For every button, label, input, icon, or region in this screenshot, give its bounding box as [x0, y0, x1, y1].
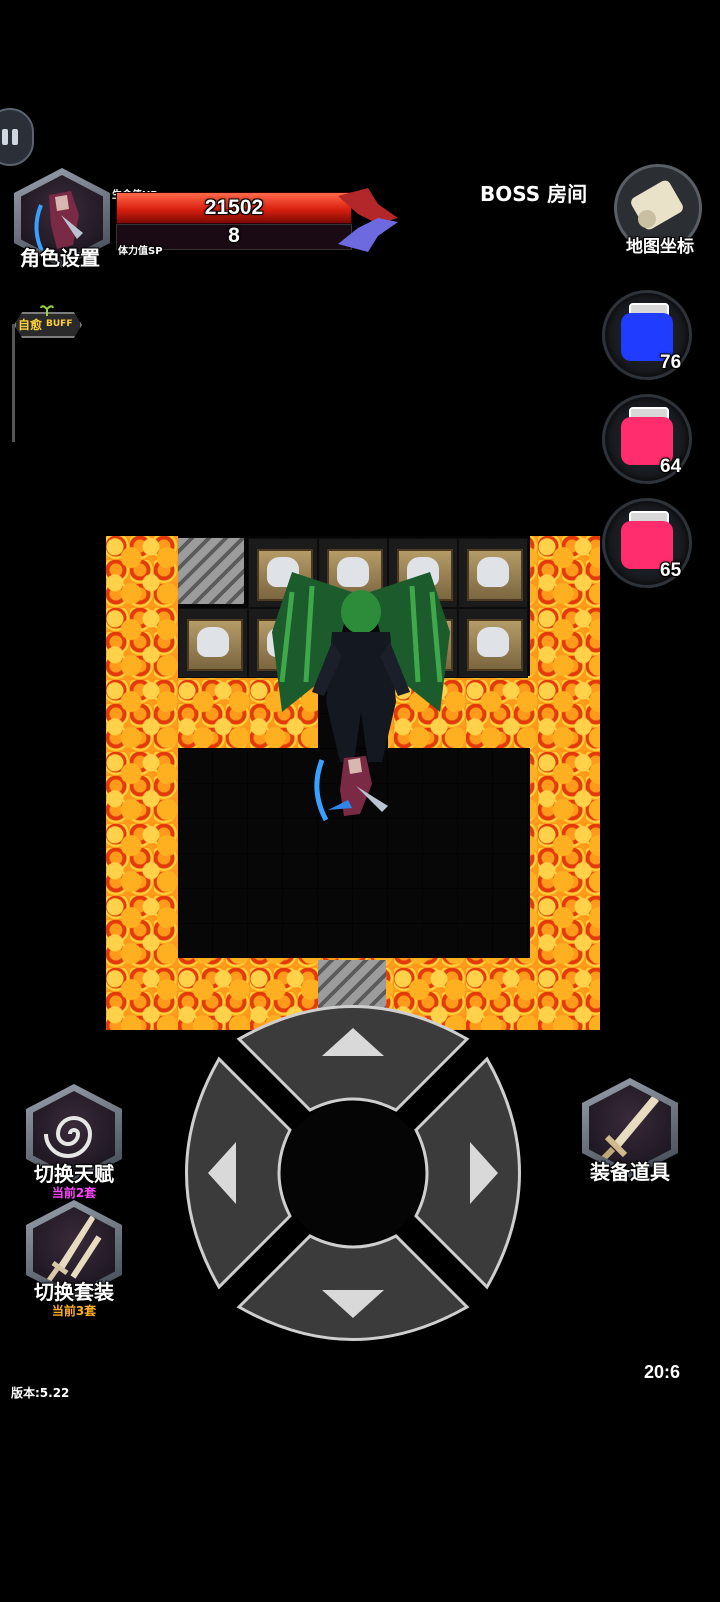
dungeon-map	[106, 536, 600, 1030]
dpad	[174, 994, 532, 1352]
skull-tile	[458, 608, 528, 678]
equip-items-label: 装备道具	[590, 1160, 670, 1184]
map-coords-button[interactable]: 地图坐标	[600, 156, 712, 276]
equip-items-button[interactable]: 装备道具	[578, 1078, 682, 1188]
heal-sprout-icon	[40, 305, 54, 316]
pause-button[interactable]	[0, 108, 34, 166]
self-heal-buff[interactable]: 自愈 BUFF	[12, 302, 82, 338]
hp-bar: 21502	[116, 192, 352, 224]
role-settings-label: 角色设置	[20, 246, 100, 270]
pause-icon	[2, 129, 8, 145]
bar-ornament-icon	[338, 188, 398, 252]
hero-sprite	[314, 756, 388, 822]
talent-current: 当前2套	[51, 1186, 97, 1200]
buff-label: BUFF	[46, 319, 73, 329]
switch-talent-label: 切换天赋	[34, 1162, 114, 1186]
version-label: 版本:5.22	[11, 1386, 70, 1400]
skull-tile	[178, 608, 248, 678]
switch-set-button[interactable]: 切换套装 当前3套	[24, 1200, 124, 1320]
role-settings-button[interactable]: 角色设置	[14, 168, 110, 278]
coords-readout: 20:6	[644, 1362, 681, 1382]
red-potion-count-2: 65	[660, 560, 682, 581]
set-current: 当前3套	[51, 1304, 97, 1318]
skull-tile	[458, 538, 528, 608]
stairs-up	[178, 538, 244, 604]
switch-talent-button[interactable]: 切换天赋 当前2套	[24, 1084, 124, 1204]
red-potion-count-1: 64	[660, 456, 682, 477]
self-heal-label: 自愈	[18, 318, 43, 332]
pause-icon-bar	[12, 129, 18, 145]
boss-demon-sprite	[272, 572, 450, 762]
dpad-right-button[interactable]	[420, 1064, 532, 1282]
blue-potion-count: 76	[660, 352, 682, 373]
switch-set-label: 切换套装	[34, 1280, 114, 1304]
buff-bar-divider	[12, 324, 15, 442]
room-name: BOSS 房间	[480, 182, 588, 206]
hp-value: 21502	[204, 196, 264, 219]
sp-label: 体力值SP	[118, 246, 163, 257]
dpad-left-button[interactable]	[174, 1064, 286, 1282]
map-coords-label: 地图坐标	[626, 237, 694, 257]
